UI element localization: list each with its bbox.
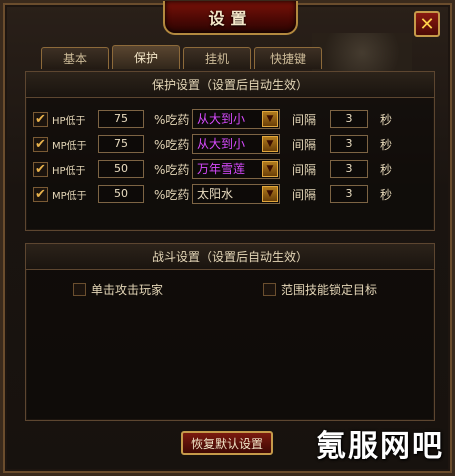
- seconds-label: 秒: [380, 137, 393, 152]
- tab-label: 快捷键: [269, 52, 306, 66]
- interval-input[interactable]: 3: [330, 185, 368, 203]
- chevron-down-icon: ▼: [262, 111, 278, 127]
- potion-select[interactable]: 从大到小 ▼: [192, 134, 280, 154]
- protect-checkbox[interactable]: ✔: [33, 136, 48, 152]
- interval-label: 间隔: [292, 187, 317, 202]
- potion-select[interactable]: 太阳水 ▼: [192, 184, 280, 204]
- battle-option[interactable]: 范围技能锁定目标: [263, 281, 377, 298]
- seconds-label: 秒: [380, 112, 393, 127]
- threshold-input[interactable]: 75: [98, 110, 144, 128]
- background-decoration: [312, 33, 412, 73]
- battle-heading: 战斗设置（设置后自动生效）: [26, 244, 434, 270]
- interval-input[interactable]: 3: [330, 110, 368, 128]
- interval-label: 间隔: [292, 137, 317, 152]
- potion-select-value: 从大到小: [197, 137, 246, 151]
- tab-label: 基本: [62, 52, 87, 66]
- tab-basic[interactable]: 基本: [41, 47, 109, 69]
- title-plate: 设置: [163, 1, 298, 35]
- watermark: 氪服网吧: [316, 429, 444, 464]
- protect-row: ✔ HP低于 75 %吃药 从大到小 ▼ 间隔 3 秒: [33, 109, 392, 129]
- tab-label: 保护: [133, 51, 158, 65]
- interval-label: 间隔: [292, 162, 317, 177]
- chevron-down-icon: ▼: [262, 136, 278, 152]
- settings-window: 设置 ✕ 基本 保护 挂机 快捷键 保护设置（设置后自动生效） ✔ HP低于 7…: [0, 0, 455, 476]
- protect-checkbox[interactable]: ✔: [33, 111, 48, 127]
- protect-row: ✔ HP低于 50 %吃药 万年雪莲 ▼ 间隔 3 秒: [33, 159, 392, 179]
- reset-defaults-button[interactable]: 恢复默认设置: [181, 431, 273, 455]
- protect-checkbox[interactable]: ✔: [33, 186, 48, 202]
- battle-panel: 战斗设置（设置后自动生效）: [25, 243, 435, 421]
- tab-bar: 基本 保护 挂机 快捷键: [41, 45, 322, 69]
- potion-select-value: 从大到小: [197, 112, 246, 126]
- potion-select-value: 万年雪莲: [197, 162, 246, 176]
- option-checkbox[interactable]: [263, 283, 276, 296]
- option-label: 单击攻击玩家: [91, 283, 164, 297]
- unit-label: %吃药: [154, 162, 190, 177]
- potion-select[interactable]: 从大到小 ▼: [192, 109, 280, 129]
- unit-label: %吃药: [154, 137, 190, 152]
- interval-input[interactable]: 3: [330, 135, 368, 153]
- option-checkbox[interactable]: [73, 283, 86, 296]
- protect-row: ✔ MP低于 75 %吃药 从大到小 ▼ 间隔 3 秒: [33, 134, 392, 154]
- option-label: 范围技能锁定目标: [281, 283, 378, 297]
- protect-heading: 保护设置（设置后自动生效）: [26, 72, 434, 98]
- battle-option[interactable]: 单击攻击玩家: [73, 281, 163, 298]
- threshold-input[interactable]: 75: [98, 135, 144, 153]
- row-label: MP低于: [52, 140, 87, 152]
- tab-hotkeys[interactable]: 快捷键: [254, 47, 322, 69]
- threshold-input[interactable]: 50: [98, 160, 144, 178]
- chevron-down-icon: ▼: [262, 161, 278, 177]
- protect-checkbox[interactable]: ✔: [33, 161, 48, 177]
- unit-label: %吃药: [154, 187, 190, 202]
- protect-row: ✔ MP低于 50 %吃药 太阳水 ▼ 间隔 3 秒: [33, 184, 392, 204]
- tab-auto-battle[interactable]: 挂机: [183, 47, 251, 69]
- close-button[interactable]: ✕: [414, 11, 440, 37]
- row-label: MP低于: [52, 190, 87, 202]
- tab-label: 挂机: [204, 52, 229, 66]
- potion-select-value: 太阳水: [197, 187, 234, 201]
- close-icon: ✕: [419, 13, 435, 35]
- interval-input[interactable]: 3: [330, 160, 368, 178]
- potion-select[interactable]: 万年雪莲 ▼: [192, 159, 280, 179]
- seconds-label: 秒: [380, 187, 393, 202]
- seconds-label: 秒: [380, 162, 393, 177]
- row-label: HP低于: [52, 165, 86, 177]
- unit-label: %吃药: [154, 112, 190, 127]
- window-title: 设置: [208, 9, 253, 28]
- tab-protect[interactable]: 保护: [112, 45, 180, 69]
- threshold-input[interactable]: 50: [98, 185, 144, 203]
- row-label: HP低于: [52, 115, 86, 127]
- interval-label: 间隔: [292, 112, 317, 127]
- chevron-down-icon: ▼: [262, 186, 278, 202]
